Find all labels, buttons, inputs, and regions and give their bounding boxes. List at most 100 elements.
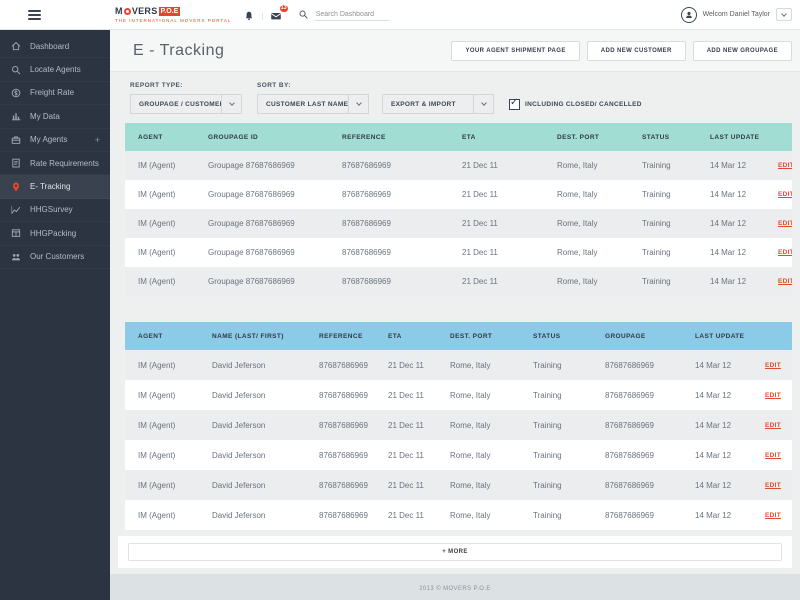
page-header: E - Tracking YOUR AGENT SHIPMENT PAGE AD…	[110, 30, 800, 72]
table-row: IM (Agent)David Jeferson8768768696921 De…	[125, 440, 792, 470]
search-icon[interactable]	[298, 9, 309, 20]
menu-icon[interactable]	[28, 10, 41, 20]
table-row: IM (Agent)David Jeferson8768768696921 De…	[125, 470, 792, 500]
edit-link[interactable]: EDIT	[770, 191, 792, 198]
copyright-text: 2013 © MOVERS P.O.E	[419, 586, 491, 592]
sidebar-item-hhgsurvey[interactable]: HHGSurvey	[0, 199, 110, 222]
sort-by-select[interactable]: CUSTOMER LAST NAME	[257, 94, 369, 114]
edit-link[interactable]: EDIT	[757, 362, 792, 369]
header-cell: ETA	[380, 333, 442, 340]
sidebar-item-hhgpacking[interactable]: HHGPacking	[0, 222, 110, 245]
search-input[interactable]	[315, 9, 389, 21]
customers-table: AGENTNAME (LAST/ FIRST)REFERENCEETADEST.…	[125, 322, 792, 530]
cell-reference: 87687686969	[334, 277, 454, 286]
sidebar-item-locate-agents[interactable]: Locate Agents	[0, 58, 110, 81]
cell-groupage: 87687686969	[597, 481, 687, 490]
cell-agent: IM (Agent)	[130, 248, 200, 257]
cell-groupage_id: Groupage 87687686969	[200, 190, 334, 199]
cell-status: Training	[525, 391, 597, 400]
agent-shipment-page-button[interactable]: YOUR AGENT SHIPMENT PAGE	[451, 41, 579, 61]
cell-agent: IM (Agent)	[130, 391, 204, 400]
cell-status: Training	[525, 481, 597, 490]
sidebar-item-dashboard[interactable]: Dashboard	[0, 35, 110, 58]
groupage-table-header: AGENTGROUPAGE IDREFERENCEETADEST. PORTST…	[125, 123, 792, 151]
cell-reference: 87687686969	[311, 421, 380, 430]
edit-link[interactable]: EDIT	[757, 452, 792, 459]
cell-eta: 21 Dec 11	[454, 190, 549, 199]
cell-eta: 21 Dec 11	[380, 361, 442, 370]
header-cell: DEST. PORT	[549, 134, 634, 141]
cell-reference: 87687686969	[311, 451, 380, 460]
topbar: M VERS P.O.E THE INTERNATIONAL MOVERS PO…	[0, 0, 800, 30]
cell-dest_port: Rome, Italy	[549, 277, 634, 286]
cell-agent: IM (Agent)	[130, 361, 204, 370]
table-row: IM (Agent)Groupage 876876869698768768696…	[125, 267, 792, 296]
cell-dest_port: Rome, Italy	[442, 361, 525, 370]
add-new-groupage-button[interactable]: ADD NEW GROUPAGE	[693, 41, 792, 61]
cell-status: Training	[634, 190, 702, 199]
cell-status: Training	[525, 421, 597, 430]
cell-agent: IM (Agent)	[130, 481, 204, 490]
cell-status: Training	[634, 248, 702, 257]
header-cell: LAST UPDATE	[687, 333, 757, 340]
cell-name: David Jeferson	[204, 481, 311, 490]
cell-status: Training	[525, 451, 597, 460]
briefcase-icon	[10, 134, 22, 146]
cell-dest_port: Rome, Italy	[549, 190, 634, 199]
bell-icon[interactable]	[243, 9, 255, 21]
avatar[interactable]	[681, 7, 697, 23]
edit-link[interactable]: EDIT	[757, 422, 792, 429]
sidebar-item-my-agents[interactable]: My Agents+	[0, 129, 110, 152]
cell-eta: 21 Dec 11	[380, 421, 442, 430]
brand-logo[interactable]: M VERS P.O.E THE INTERNATIONAL MOVERS PO…	[115, 6, 231, 23]
sidebar-item-freight-rate[interactable]: Freight Rate	[0, 82, 110, 105]
cell-status: Training	[525, 511, 597, 520]
cell-reference: 87687686969	[334, 248, 454, 257]
edit-link[interactable]: EDIT	[770, 278, 792, 285]
home-icon	[10, 40, 22, 52]
cell-dest_port: Rome, Italy	[442, 391, 525, 400]
cell-last_update: 14 Mar 12	[702, 190, 770, 199]
header-cell: ETA	[454, 134, 549, 141]
table-row: IM (Agent)Groupage 876876869698768768696…	[125, 151, 792, 180]
edit-link[interactable]: EDIT	[770, 249, 792, 256]
table-row: IM (Agent)David Jeferson8768768696921 De…	[125, 410, 792, 440]
bar-chart-icon	[10, 110, 22, 122]
more-button[interactable]: + MORE	[128, 543, 782, 561]
cell-dest_port: Rome, Italy	[442, 451, 525, 460]
export-import-select[interactable]: EXPORT & IMPORT	[382, 94, 494, 114]
header-cell: AGENT	[130, 134, 200, 141]
cell-agent: IM (Agent)	[130, 219, 200, 228]
report-type-select[interactable]: GROUPAGE / CUSTOMERS	[130, 94, 242, 114]
cell-agent: IM (Agent)	[130, 277, 200, 286]
edit-link[interactable]: EDIT	[757, 482, 792, 489]
report-type-label: REPORT TYPE:	[130, 82, 242, 89]
sidebar-item-my-data[interactable]: My Data	[0, 105, 110, 128]
sidebar-item-e-tracking[interactable]: E- Tracking	[0, 175, 110, 198]
edit-link[interactable]: EDIT	[757, 512, 792, 519]
cell-last_update: 14 Mar 12	[687, 511, 757, 520]
main-content: E - Tracking YOUR AGENT SHIPMENT PAGE AD…	[110, 30, 800, 600]
header-cell: REFERENCE	[311, 333, 380, 340]
user-menu-button[interactable]	[776, 8, 792, 21]
messages-icon[interactable]: 13	[270, 9, 282, 21]
cell-last_update: 14 Mar 12	[687, 391, 757, 400]
edit-link[interactable]: EDIT	[770, 162, 792, 169]
sidebar-item-rate-requirements[interactable]: Rate Requirements	[0, 152, 110, 175]
cell-eta: 21 Dec 11	[454, 277, 549, 286]
cell-name: David Jeferson	[204, 361, 311, 370]
edit-link[interactable]: EDIT	[770, 220, 792, 227]
sort-by-label: SORT BY:	[257, 82, 494, 89]
cell-groupage: 87687686969	[597, 451, 687, 460]
expand-plus-icon[interactable]: +	[95, 135, 100, 145]
edit-link[interactable]: EDIT	[757, 392, 792, 399]
table-row: IM (Agent)David Jeferson8768768696921 De…	[125, 380, 792, 410]
add-new-customer-button[interactable]: ADD NEW CUSTOMER	[587, 41, 686, 61]
header-cell: STATUS	[634, 134, 702, 141]
including-closed-checkbox[interactable]: ✓	[509, 99, 520, 110]
sidebar-item-our-customers[interactable]: Our Customers	[0, 246, 110, 269]
cell-agent: IM (Agent)	[130, 161, 200, 170]
tables-area: AGENTGROUPAGE IDREFERENCEETADEST. PORTST…	[110, 123, 800, 530]
footer: 2013 © MOVERS P.O.E	[110, 574, 800, 600]
header-cell: NAME (LAST/ FIRST)	[204, 333, 311, 340]
